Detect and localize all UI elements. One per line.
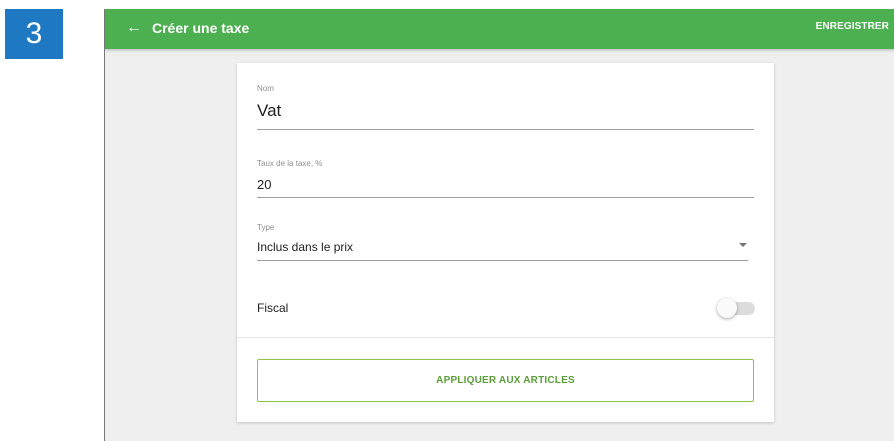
fiscal-label: Fiscal	[257, 301, 289, 315]
rate-field-label: Taux de la taxe, %	[257, 159, 323, 168]
rate-field-underline	[257, 197, 754, 198]
type-field-label: Type	[257, 223, 275, 232]
toggle-thumb	[717, 298, 737, 318]
name-field-label: Nom	[257, 84, 274, 93]
save-button[interactable]: ENREGISTRER	[816, 18, 889, 36]
divider	[237, 337, 774, 338]
apply-to-items-button[interactable]: APPLIQUER AUX ARTICLES	[257, 359, 754, 402]
type-select[interactable]: Inclus dans le prix	[257, 240, 353, 254]
rate-field[interactable]: 20	[257, 177, 271, 192]
arrow-left-icon[interactable]: ←	[123, 15, 145, 41]
step-number-badge: 3	[5, 9, 63, 59]
name-field[interactable]: Vat	[257, 101, 281, 121]
tax-form-card: Nom Vat Taux de la taxe, % 20 Type Inclu…	[237, 63, 774, 422]
caret-down-icon[interactable]	[739, 243, 747, 247]
app-bar: ← Créer une taxe ENREGISTRER	[105, 9, 894, 49]
type-select-underline	[257, 260, 748, 261]
name-field-underline	[257, 129, 754, 130]
page-title: Créer une taxe	[152, 20, 250, 36]
fiscal-toggle[interactable]	[717, 298, 755, 318]
app-screen: ← Créer une taxe ENREGISTRER Nom Vat Tau…	[104, 9, 894, 441]
